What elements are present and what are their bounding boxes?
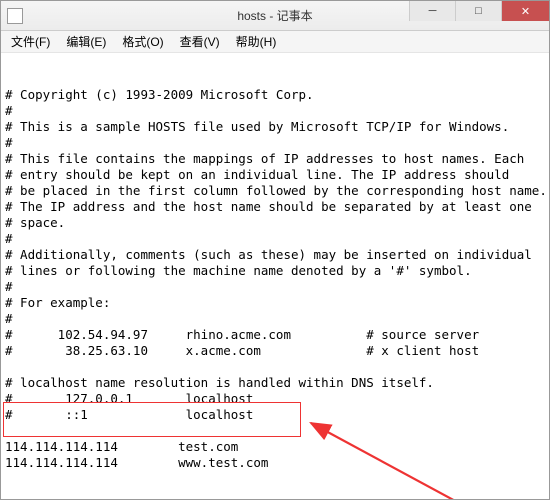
file-content: # Copyright (c) 1993-2009 Microsoft Corp… [5,87,545,471]
maximize-button[interactable]: □ [455,1,501,21]
minimize-button[interactable]: ─ [409,1,455,21]
titlebar: hosts - 记事本 ─ □ ✕ [1,1,549,31]
app-icon [7,8,23,24]
menu-view[interactable]: 查看(V) [174,31,226,52]
window-controls: ─ □ ✕ [409,1,549,21]
close-button[interactable]: ✕ [501,1,549,21]
text-area[interactable]: # Copyright (c) 1993-2009 Microsoft Corp… [1,53,549,499]
menu-edit[interactable]: 编辑(E) [60,31,112,52]
menu-format[interactable]: 格式(O) [116,31,169,52]
menu-file[interactable]: 文件(F) [5,31,56,52]
menubar: 文件(F) 编辑(E) 格式(O) 查看(V) 帮助(H) [1,31,549,53]
menu-help[interactable]: 帮助(H) [230,31,283,52]
